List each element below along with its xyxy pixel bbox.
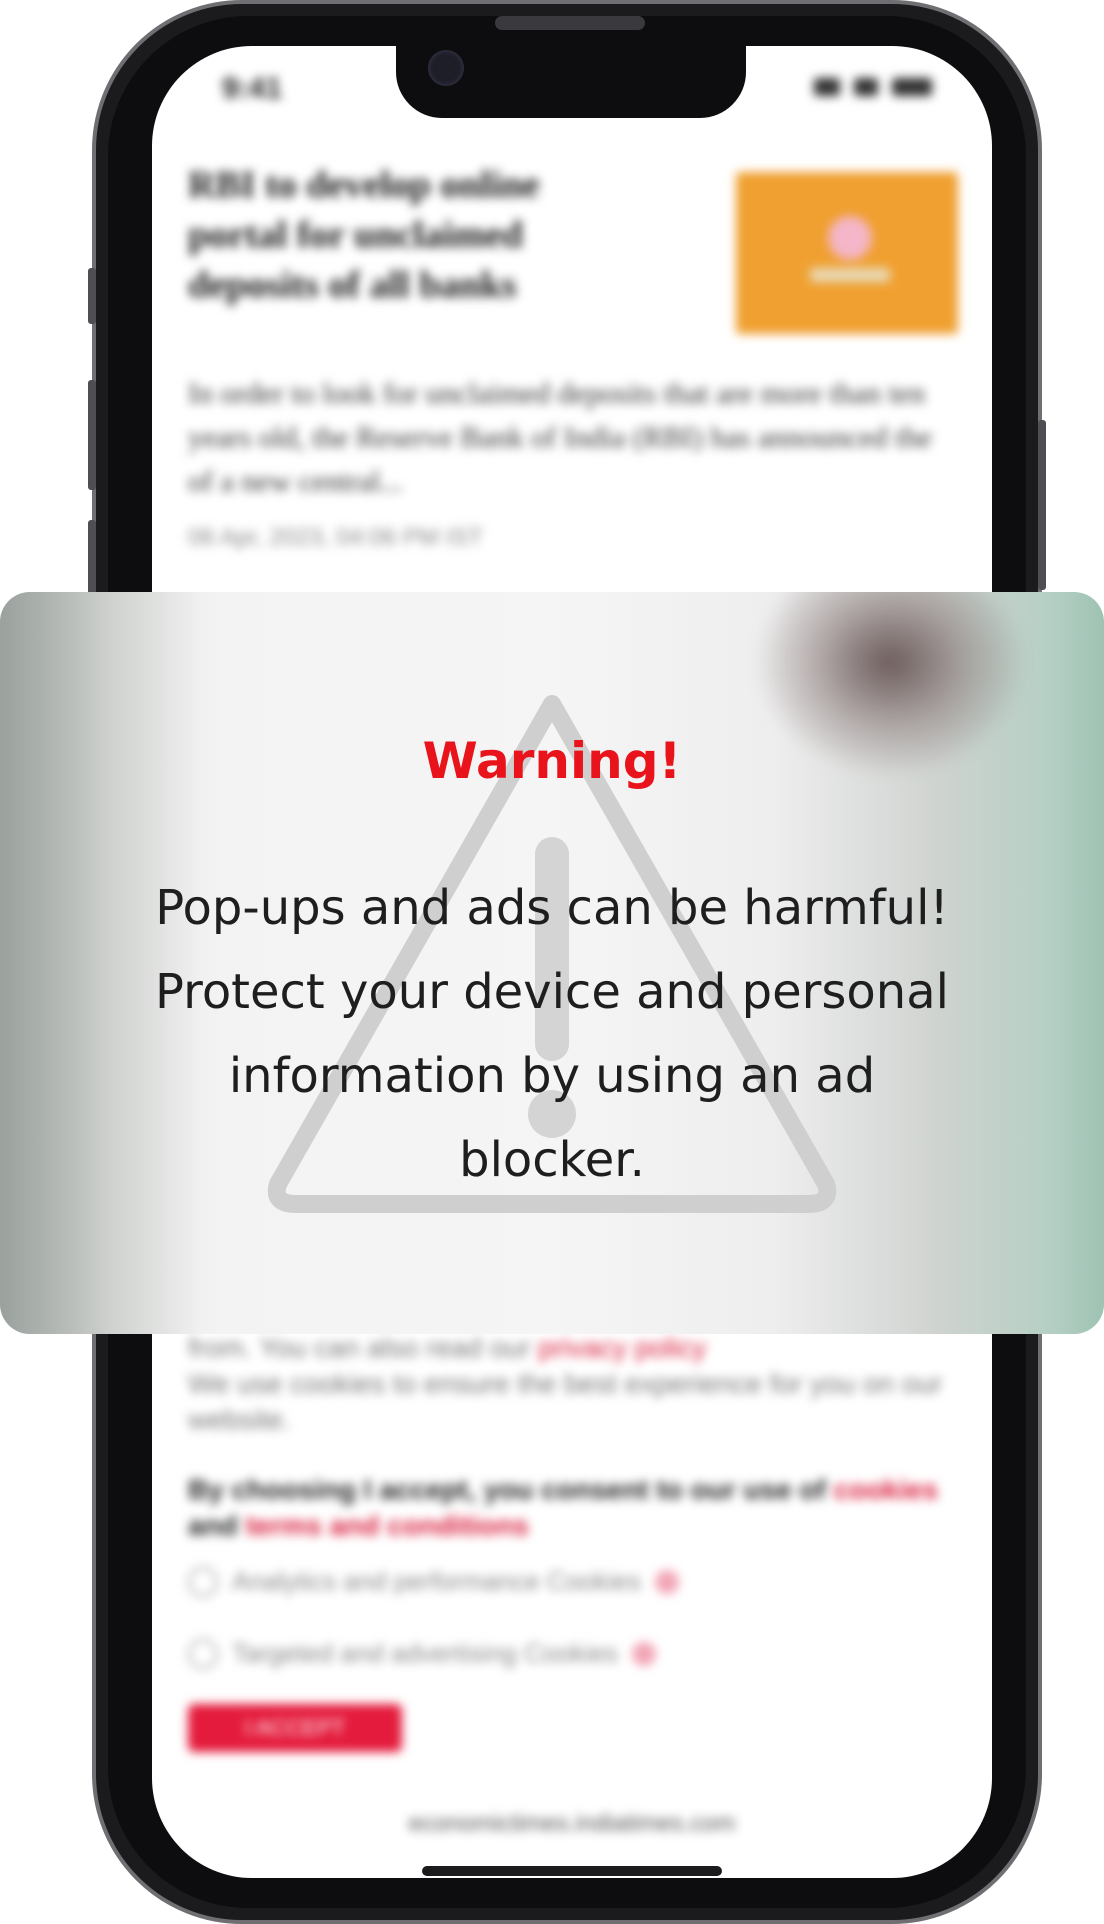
silent-switch <box>88 268 96 324</box>
privacy-policy-link[interactable]: privacy policy <box>538 1332 706 1363</box>
info-icon[interactable] <box>631 1641 656 1666</box>
terms-link[interactable]: terms and conditions <box>246 1510 529 1541</box>
url-bar[interactable]: economictimes.indiatimes.com <box>152 1810 992 1838</box>
speaker-grill <box>495 16 645 30</box>
warning-message: Pop-ups and ads can be harmful! Protect … <box>155 880 949 1188</box>
cookie-text-line: from. You can also read our <box>188 1332 531 1363</box>
analytics-radio[interactable] <box>188 1566 218 1597</box>
article-title[interactable]: RBI to develop online portal for unclaim… <box>188 160 608 310</box>
thumbnail-base <box>810 268 890 282</box>
accept-button[interactable]: I ACCEPT <box>188 1704 402 1752</box>
power-button <box>1038 420 1046 590</box>
consent-prefix: By choosing I accept, you consent to our… <box>188 1474 826 1505</box>
piggy-bank-icon <box>828 216 872 260</box>
warning-title: Warning! <box>422 732 682 790</box>
consent-mid: and <box>188 1510 238 1541</box>
cookie-text-line-2: We use cookies to ensure the best experi… <box>188 1368 943 1435</box>
front-camera <box>428 50 464 86</box>
analytics-label: Analytics and performance Cookies <box>232 1566 641 1596</box>
article-date: 06 Apr, 2023, 04:06 PM IST <box>188 524 483 551</box>
info-icon[interactable] <box>654 1569 679 1594</box>
cookies-link[interactable]: cookies <box>834 1474 938 1505</box>
signal-icon <box>814 78 840 96</box>
battery-icon <box>892 78 932 96</box>
status-time: 9:41 <box>222 72 283 105</box>
article-summary: In order to look for unclaimed deposits … <box>188 377 932 498</box>
article-thumbnail[interactable] <box>736 172 958 334</box>
analytics-cookie-option[interactable]: Analytics and performance Cookies <box>188 1566 679 1597</box>
targeted-radio[interactable] <box>188 1638 218 1669</box>
volume-up-button <box>88 380 96 490</box>
status-icons <box>814 78 932 96</box>
cookie-notice-text: from. You can also read our privacy poli… <box>188 1330 958 1438</box>
warning-overlay: Warning! Pop-ups and ads can be harmful!… <box>0 592 1104 1334</box>
targeted-label: Targeted and advertising Cookies <box>232 1638 618 1668</box>
targeted-cookie-option[interactable]: Targeted and advertising Cookies <box>188 1638 656 1669</box>
wifi-icon <box>854 78 878 96</box>
home-indicator <box>422 1866 722 1876</box>
cookie-consent-text: By choosing I accept, you consent to our… <box>188 1472 958 1544</box>
